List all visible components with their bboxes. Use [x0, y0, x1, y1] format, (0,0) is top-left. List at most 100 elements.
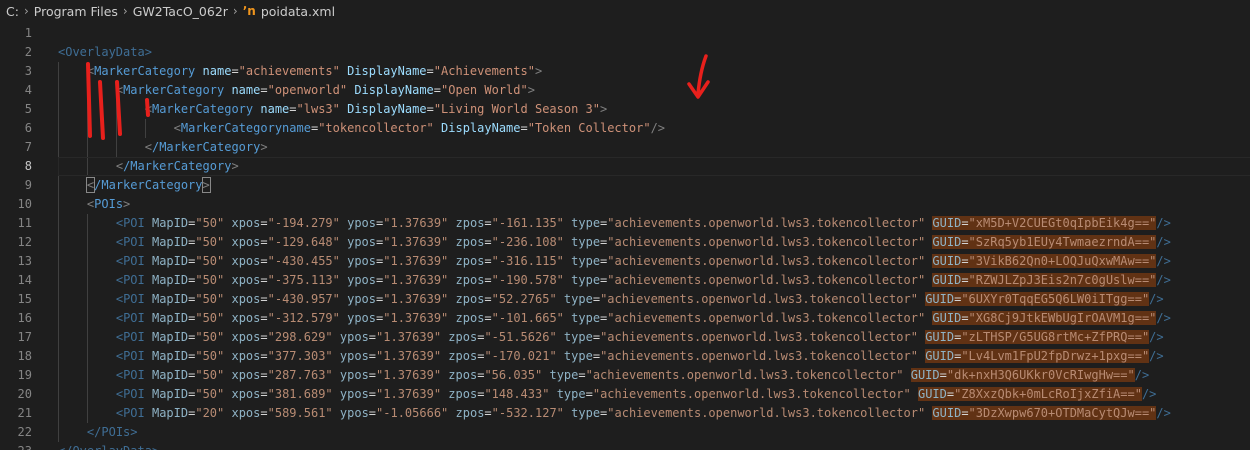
breadcrumb-file[interactable]: poidata.xml	[261, 4, 335, 19]
attr-name: type	[571, 216, 601, 230]
angle-bracket: >	[600, 102, 608, 116]
code-text[interactable]: <POI MapID="50" xpos="377.303" ypos="1.3…	[116, 347, 1164, 366]
code-line[interactable]: 2 <OverlayData>	[0, 43, 1250, 62]
guid-value: "dk+nxH3Q6UKkr0VcRIwgHw=="	[946, 368, 1135, 382]
mapid-value: "50"	[195, 292, 225, 306]
code-text[interactable]: <POI MapID="20" xpos="589.561" ypos="-1.…	[116, 404, 1171, 423]
tag-name: MarkerCategory	[151, 102, 254, 116]
xpos-value: "377.303"	[267, 349, 333, 363]
code-line[interactable]: 3 <MarkerCategory name="achievements" Dis…	[0, 62, 1250, 81]
guid-attr-name: GUID	[932, 235, 962, 249]
attr-name: ypos	[347, 235, 377, 249]
code-line[interactable]: 8 </MarkerCategory>	[0, 157, 1250, 176]
guid-attr-name: GUID	[932, 273, 962, 287]
xpos-value: "-375.113"	[267, 273, 340, 287]
code-line[interactable]: 22 </POIs>	[0, 423, 1250, 442]
self-close: />	[1156, 235, 1171, 249]
code-text[interactable]: </OverlayData>	[58, 442, 159, 450]
equals: =	[961, 254, 969, 268]
xpos-value: "-430.455"	[267, 254, 340, 268]
code-text[interactable]: </MarkerCategory>	[145, 138, 268, 157]
type-value: "achievements.openworld.lws3.tokencollec…	[585, 368, 904, 382]
attr-name: name	[202, 64, 232, 78]
code-line[interactable]: 6 <MarkerCategoryname = "tokencollector" Di…	[0, 119, 1250, 138]
code-text[interactable]: <MarkerCategory name="openworld" Display…	[116, 81, 535, 100]
line-number: 19	[17, 368, 32, 382]
line-number: 12	[17, 235, 32, 249]
self-close: />	[1134, 368, 1150, 382]
code-line[interactable]: 7 </MarkerCategory>	[0, 138, 1250, 157]
self-close: />	[1149, 349, 1164, 363]
code-line[interactable]: 14 <POI MapID="50" xpos="-375.113" ypos="…	[0, 271, 1250, 290]
code-line[interactable]: 10 <POIs>	[0, 195, 1250, 214]
code-line[interactable]: 18 <POI MapID="50" xpos="377.303" ypos="1…	[0, 347, 1250, 366]
code-line[interactable]: 4 <MarkerCategory name="openworld" Displa…	[0, 81, 1250, 100]
code-text[interactable]: <MarkerCategory name="achievements" Disp…	[87, 62, 542, 81]
code-text[interactable]: <MarkerCategory name="lws3" DisplayName=…	[145, 100, 607, 119]
mapid-value: "50"	[195, 368, 225, 382]
code-line[interactable]: 23 </OverlayData>	[0, 442, 1250, 450]
attr-name: xpos	[231, 349, 261, 363]
code-line[interactable]: 19 <POI MapID="50" xpos="287.763" ypos="1…	[0, 366, 1250, 385]
tag-name: MarkerCategory	[123, 83, 225, 97]
guid-value: "XG8Cj9JtkEWbUgIrOAVM1g=="	[968, 311, 1157, 325]
code-line[interactable]: 5 <MarkerCategory name="lws3" DisplayName…	[0, 100, 1250, 119]
code-text[interactable]: <POIs>	[87, 195, 130, 214]
code-text[interactable]: <POI MapID="50" xpos="-430.957" ypos="1.…	[116, 290, 1164, 309]
code-line[interactable]: 15 <POI MapID="50" xpos="-430.957" ypos="…	[0, 290, 1250, 309]
equals: =	[484, 292, 492, 306]
ypos-value: "1.37639"	[383, 254, 449, 268]
code-text[interactable]: <POI MapID="50" xpos="381.689" ypos="1.3…	[116, 385, 1156, 404]
code-text[interactable]: </MarkerCategory>	[116, 157, 239, 176]
attr-name: zpos	[455, 235, 485, 249]
angle-bracket: <	[173, 121, 181, 135]
code-line[interactable]: 13 <POI MapID="50" xpos="-430.455" ypos="…	[0, 252, 1250, 271]
attr-name: type	[571, 273, 601, 287]
code-line[interactable]: 1	[0, 24, 1250, 43]
type-value: "achievements.openworld.lws3.tokencollec…	[600, 292, 918, 306]
code-line[interactable]: 9 </MarkerCategory>	[0, 176, 1250, 195]
xpos-value: "-312.579"	[267, 311, 340, 325]
line-number: 21	[17, 406, 32, 420]
closing-tag: /OverlayData	[65, 444, 152, 450]
closing-tag: /MarkerCategory	[94, 178, 203, 192]
code-text[interactable]: <OverlayData>	[58, 43, 152, 62]
code-text[interactable]: <POI MapID="50" xpos="-430.455" ypos="1.…	[116, 252, 1171, 271]
mapid-value: "50"	[195, 273, 225, 287]
equals: =	[260, 216, 268, 230]
code-text[interactable]: <POI MapID="50" xpos="287.763" ypos="1.3…	[116, 366, 1149, 385]
guid-value: "3DzXwpw670+OTDMaCytQJw=="	[968, 406, 1157, 420]
type-value: "achievements.openworld.lws3.tokencollec…	[607, 216, 926, 230]
xpos-value: "287.763"	[267, 368, 333, 382]
line-number: 20	[17, 387, 32, 401]
code-text[interactable]: <POI MapID="50" xpos="-194.279" ypos="1.…	[116, 214, 1171, 233]
code-line[interactable]: 21 <POI MapID="20" xpos="589.561" ypos="-…	[0, 404, 1250, 423]
code-editor[interactable]: 1 2 <OverlayData> 3 <MarkerCategory name="ac…	[0, 22, 1250, 450]
code-line[interactable]: 16 <POI MapID="50" xpos="-312.579" ypos="…	[0, 309, 1250, 328]
code-text[interactable]: <POI MapID="50" xpos="-375.113" ypos="1.…	[116, 271, 1171, 290]
xpos-value: "-194.279"	[267, 216, 340, 230]
angle-bracket: >	[260, 140, 268, 154]
code-text[interactable]: <MarkerCategoryname = "tokencollector" Dis…	[174, 119, 665, 138]
code-text[interactable]: </MarkerCategory>	[85, 176, 211, 195]
angle-bracket: <	[115, 273, 124, 287]
code-text[interactable]: <POI MapID="50" xpos="298.629" ypos="1.3…	[116, 328, 1164, 347]
attr-name: type	[549, 368, 579, 382]
code-line[interactable]: 12 <POI MapID="50" xpos="-129.648" ypos="…	[0, 233, 1250, 252]
code-text[interactable]: </POIs>	[87, 423, 138, 442]
breadcrumb-folder-gw2taco[interactable]: GW2TacO_062r	[133, 4, 228, 19]
code-line[interactable]: 20 <POI MapID="50" xpos="381.689" ypos="1…	[0, 385, 1250, 404]
code-line[interactable]: 17 <POI MapID="50" xpos="298.629" ypos="1…	[0, 328, 1250, 347]
code-line[interactable]: 11 <POI MapID="50" xpos="-194.279" ypos="…	[0, 214, 1250, 233]
breadcrumb-folder-program-files[interactable]: Program Files	[34, 4, 118, 19]
breadcrumb-drive[interactable]: C:	[6, 4, 19, 19]
closing-tag: /MarkerCategory	[151, 140, 261, 154]
type-value: "achievements.openworld.lws3.tokencollec…	[600, 330, 918, 344]
code-text[interactable]: <POI MapID="50" xpos="-312.579" ypos="1.…	[116, 309, 1171, 328]
angle-bracket: <	[115, 292, 124, 306]
code-text[interactable]: <POI MapID="50" xpos="-129.648" ypos="1.…	[116, 233, 1171, 252]
angle-bracket: <	[115, 368, 124, 382]
